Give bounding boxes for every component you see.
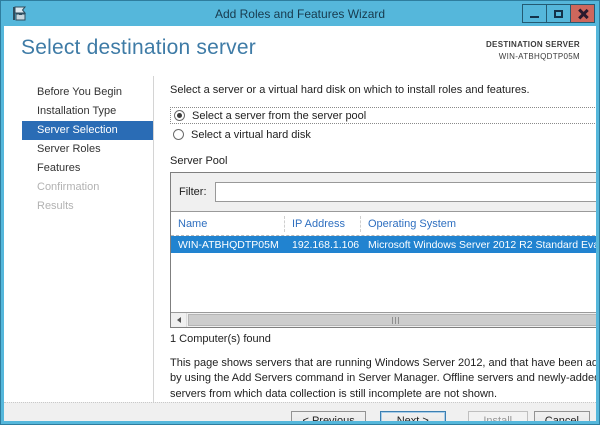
sidebar-item-features[interactable]: Features <box>22 159 153 178</box>
radio-option-server-pool[interactable]: Select a server from the server pool <box>170 107 596 124</box>
wizard-flag-icon <box>11 6 27 26</box>
wizard-steps-sidebar: Before You Begin Installation Type Serve… <box>4 76 154 403</box>
radio-option-virtual-hard-disk[interactable]: Select a virtual hard disk <box>170 126 596 143</box>
next-button[interactable]: Next > <box>379 410 446 421</box>
table-row[interactable]: WIN-ATBHQDTP05M 192.168.1.106 Microsoft … <box>171 236 596 253</box>
table-empty-space <box>171 253 596 312</box>
cancel-button[interactable]: Cancel <box>533 410 590 421</box>
column-header-ip-address[interactable]: IP Address <box>285 215 361 232</box>
wizard-body: Before You Begin Installation Type Serve… <box>4 76 596 403</box>
wizard-footer: < Previous Next > Install Cancel <box>4 402 596 421</box>
scroll-left-button[interactable] <box>171 313 187 327</box>
radio-option-server-pool-label: Select a server from the server pool <box>192 109 367 122</box>
scrollbar-thumb[interactable] <box>188 314 596 326</box>
server-table-header: Name IP Address Operating System <box>171 212 596 236</box>
scroll-left-icon <box>176 317 181 323</box>
page-description: This page shows servers that are running… <box>170 357 596 400</box>
wizard-window: Add Roles and Features Wizard Select des… <box>0 0 600 425</box>
close-icon <box>578 9 588 19</box>
horizontal-scrollbar[interactable] <box>171 312 596 327</box>
intro-text: Select a server or a virtual hard disk o… <box>170 84 530 96</box>
destination-server-label: DESTINATION SERVER <box>485 40 580 49</box>
computer-count-text: 1 Computer(s) found <box>170 333 271 345</box>
sidebar-item-server-roles[interactable]: Server Roles <box>22 140 153 159</box>
wizard-header: Select destination server DESTINATION SE… <box>4 26 596 76</box>
server-pool-title: Server Pool <box>170 155 228 167</box>
scrollbar-grip-icon <box>392 316 401 324</box>
sidebar-item-results: Results <box>37 200 74 212</box>
cell-ip-address: 192.168.1.106 <box>292 238 360 251</box>
cell-name: WIN-ATBHQDTP05M <box>178 238 279 251</box>
window-controls <box>522 4 595 23</box>
column-header-operating-system[interactable]: Operating System <box>361 216 596 232</box>
install-button: Install <box>467 410 528 421</box>
radio-option-virtual-hard-disk-label: Select a virtual hard disk <box>191 128 311 141</box>
titlebar[interactable]: Add Roles and Features Wizard <box>4 1 596 26</box>
cell-operating-system: Microsoft Windows Server 2012 R2 Standar… <box>368 238 596 251</box>
maximize-button[interactable] <box>546 4 571 23</box>
filter-input[interactable] <box>214 182 596 202</box>
sidebar-item-installation-type[interactable]: Installation Type <box>22 102 153 121</box>
radio-unselected-icon[interactable] <box>173 129 184 140</box>
previous-button[interactable]: < Previous <box>291 410 366 421</box>
page-title: Select destination server <box>21 36 256 59</box>
column-header-name[interactable]: Name <box>171 215 285 232</box>
minimize-icon <box>530 15 539 18</box>
filter-row: Filter: <box>171 173 596 211</box>
server-table: Name IP Address Operating System WIN-ATB… <box>171 211 596 327</box>
destination-server-name: WIN-ATBHQDTP05M <box>498 51 580 61</box>
minimize-button[interactable] <box>522 4 547 23</box>
sidebar-item-server-selection[interactable]: Server Selection <box>22 121 153 140</box>
maximize-icon <box>554 9 563 18</box>
server-pool-box: Filter: Name IP Address Operating System… <box>170 172 596 328</box>
window-title: Add Roles and Features Wizard <box>214 6 386 21</box>
radio-selected-icon[interactable] <box>174 110 185 121</box>
main-content: Select a server or a virtual hard disk o… <box>154 76 596 402</box>
sidebar-item-confirmation: Confirmation <box>37 181 100 193</box>
client-area: Select destination server DESTINATION SE… <box>4 26 596 421</box>
sidebar-item-before-you-begin[interactable]: Before You Begin <box>22 83 153 102</box>
destination-info: DESTINATION SERVER WIN-ATBHQDTP05M <box>486 36 580 76</box>
close-button[interactable] <box>570 4 595 23</box>
filter-label: Filter: <box>179 186 207 198</box>
scrollbar-track[interactable] <box>187 313 596 327</box>
